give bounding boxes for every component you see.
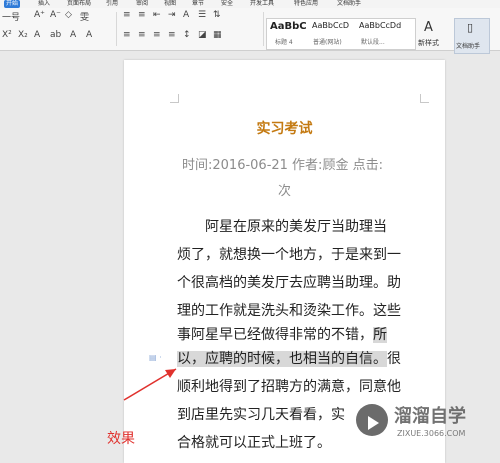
watermark-cn: 溜溜自学 (394, 406, 466, 427)
red-arrow-icon (123, 368, 177, 401)
watermark-en: ZIXUE.3066.COM (397, 429, 466, 438)
watermark-logo: 溜溜自学 ZIXUE.3066.COM (356, 401, 490, 445)
effect-label: 效果 (107, 431, 135, 447)
play-logo-icon (356, 404, 388, 436)
